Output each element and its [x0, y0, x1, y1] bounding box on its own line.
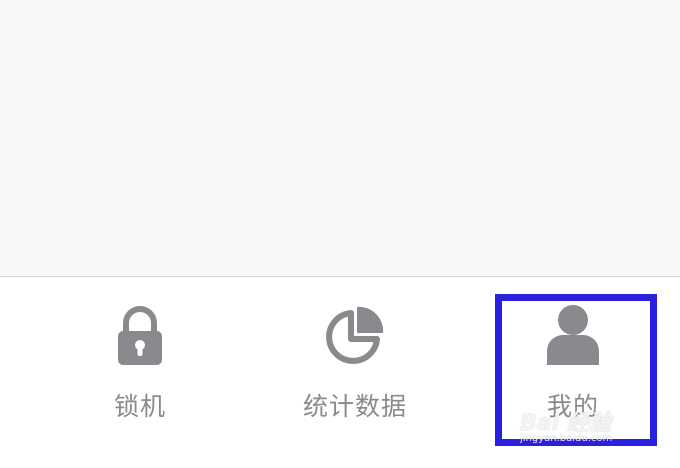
user-icon [541, 303, 605, 367]
pie-chart-icon [323, 303, 387, 367]
tab-lock[interactable]: 锁机 [60, 277, 220, 468]
tab-statistics-label: 统计数据 [302, 392, 407, 421]
tab-lock-label: 锁机 [113, 392, 166, 421]
tab-statistics[interactable]: 统计数据 [275, 277, 435, 468]
bottom-tab-bar: 锁机 统计数据 我的 [0, 277, 680, 468]
tab-mine[interactable]: 我的 [493, 277, 653, 468]
tab-mine-label: 我的 [546, 392, 599, 421]
lock-icon [108, 303, 172, 367]
content-area [0, 0, 680, 276]
